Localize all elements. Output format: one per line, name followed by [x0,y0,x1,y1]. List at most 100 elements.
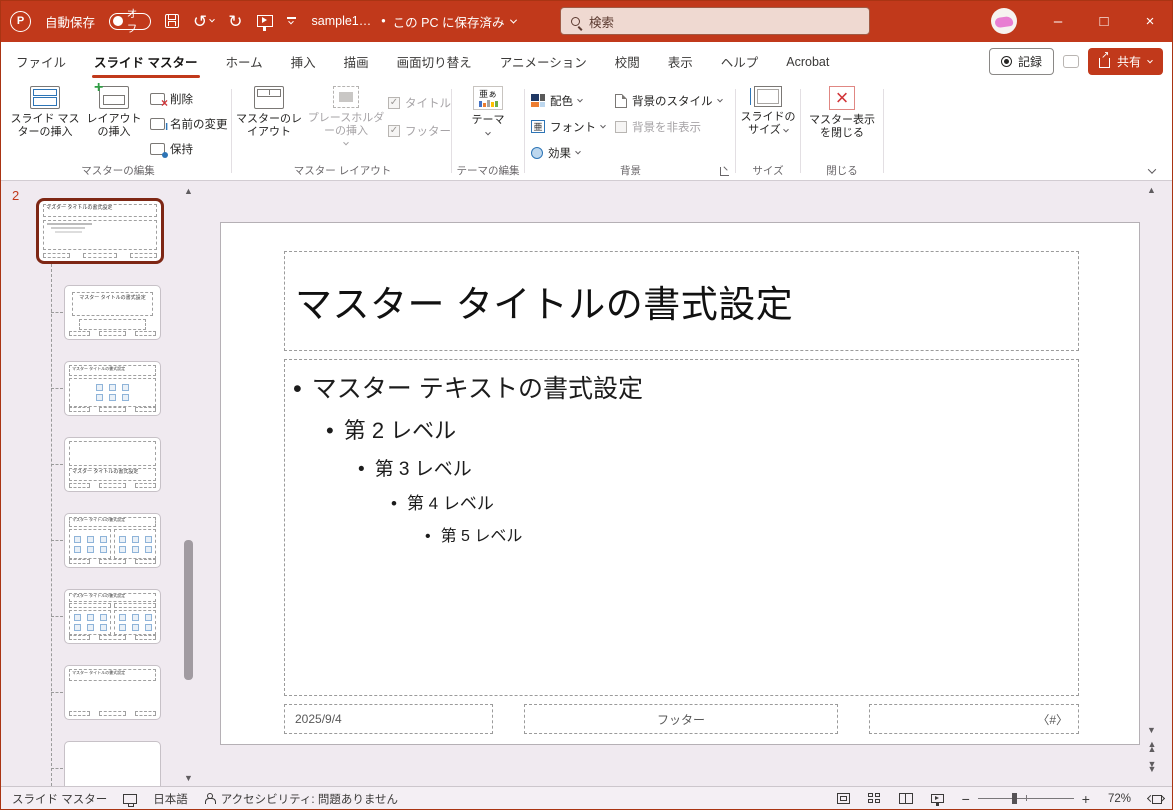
slideshow-view-icon[interactable] [930,794,944,806]
fonts-button[interactable]: 亜 フォント [531,116,606,137]
autosave-label: 自動保存 [45,15,96,30]
next-slide-button[interactable]: ▼ ▼ [1146,760,1158,774]
zoom-slider-handle[interactable] [1012,792,1018,804]
background-styles-button[interactable]: 背景のスタイル [615,90,723,111]
master-layout-button[interactable]: マスターのレイアウト [236,86,302,139]
preserve-button[interactable]: 保持 [150,138,193,159]
save-status-label[interactable]: この PC に保存済み [393,12,505,31]
canvas-scroll-down-icon[interactable]: ▼ [1147,726,1156,735]
record-button[interactable]: 記録 [988,48,1054,75]
powerpoint-app-icon[interactable]: P [10,10,31,32]
layout-thumbnail-title-only[interactable]: マスター タイトルの書式設定 [64,665,161,720]
insert-slide-master-button[interactable]: スライド マスターの挿入 [10,86,80,139]
hide-background-checkbox[interactable]: 背景を非表示 [615,116,701,137]
redo-button[interactable]: ↻ [228,13,242,30]
slide-number-placeholder[interactable]: 〈#〉 [869,704,1079,734]
slide-number-token: 〈#〉 [1037,712,1068,727]
tab-insert[interactable]: 挿入 [277,41,330,83]
effects-label: 効果 [548,147,571,160]
layout-thumbnail-comparison[interactable]: マスター タイトルの書式設定 [64,589,161,644]
group-close: × マスター表示を閉じる 閉じる [804,82,880,180]
comments-icon[interactable] [1062,55,1079,68]
tab-draw[interactable]: 描画 [330,41,383,83]
master-layout-icon [254,86,284,109]
autosave-toggle[interactable]: オフ [109,8,152,35]
statusbar-view-name[interactable]: スライド マスター [12,791,107,807]
group-master-edit: スライド マスターの挿入 レイアウトの挿入 削除 名前の変更 保持 マスターの編… [8,78,228,180]
layout-thumbnail-section-header[interactable]: マスター タイトルの書式設定 [64,437,161,492]
statusbar-accessibility[interactable]: アクセシビリティ: 問題ありません [221,791,398,807]
delete-button[interactable]: 削除 [150,88,193,110]
insert-layout-button[interactable]: レイアウトの挿入 [84,78,144,139]
insert-placeholder-button[interactable]: プレースホルダーの挿入 [306,86,386,146]
chevron-down-icon [485,129,491,136]
tab-animations[interactable]: アニメーション [486,41,601,83]
title-checkbox[interactable]: ✓ タイトル [388,92,451,113]
customize-quick-access-toolbar-icon[interactable] [286,17,296,25]
footer-checkbox-label: フッター [405,125,451,138]
canvas-scroll-up-icon[interactable]: ▲ [1147,186,1156,195]
rename-button[interactable]: 名前の変更 [150,113,228,134]
fit-to-window-icon[interactable] [1146,793,1166,804]
title-placeholder[interactable]: マスター タイトルの書式設定 [284,251,1079,351]
panel-scroll-down-icon[interactable]: ▼ [184,774,193,783]
account-avatar[interactable] [991,8,1017,34]
tab-help[interactable]: ヘルプ [707,41,773,83]
maximize-button[interactable]: □ [1081,0,1127,42]
undo-button[interactable]: ↺ [193,13,216,30]
group-label-edit-theme: テーマの編集 [456,165,520,177]
footer-checkbox[interactable]: ✓ フッター [388,120,451,141]
body-placeholder[interactable]: マスター テキストの書式設定 第 2 レベル 第 3 レベル 第 4 レベル 第… [284,359,1079,696]
date-text: 2025/9/4 [295,712,342,726]
colors-label: 配色 [550,95,573,108]
close-master-view-label: マスター表示を閉じる [809,114,875,140]
layout-thumbnail-two-content[interactable]: マスター タイトルの書式設定 [64,513,161,568]
normal-view-icon[interactable] [836,793,850,804]
collapse-ribbon-icon[interactable] [1147,165,1157,174]
previous-slide-button[interactable]: ▲ ▲ [1146,740,1158,754]
chevron-down-icon [1147,57,1153,63]
colors-button[interactable]: 配色 [531,90,583,111]
close-master-view-button[interactable]: × マスター表示を閉じる [804,86,880,140]
layout-thumbnail-title-content[interactable]: マスター タイトルの書式設定 [64,361,161,416]
tab-view[interactable]: 表示 [654,41,707,83]
themes-button[interactable]: 亜ぁ テーマ [463,86,513,136]
statusbar-language[interactable]: 日本語 [153,791,188,807]
tab-acrobat[interactable]: Acrobat [772,44,843,81]
hide-background-label: 背景を非表示 [632,121,701,134]
share-icon [1098,50,1110,68]
tab-review[interactable]: 校閲 [601,41,654,83]
zoom-in-icon[interactable]: + [1082,791,1090,807]
share-button[interactable]: 共有 [1087,48,1163,75]
panel-scroll-up-icon[interactable]: ▲ [184,187,193,196]
document-title[interactable]: sample1… [312,14,372,28]
tab-file[interactable]: ファイル [14,41,80,83]
master-slide-thumbnail[interactable]: マスター タイトルの書式設定 [36,198,164,264]
date-placeholder[interactable]: 2025/9/4 [284,704,493,734]
zoom-level[interactable]: 72% [1108,793,1131,805]
panel-scrollbar[interactable] [184,540,193,680]
tab-slide-master[interactable]: スライド マスター [80,41,211,83]
insert-placeholder-icon [333,86,359,108]
chevron-down-icon [716,96,723,102]
slide-sorter-view-icon[interactable] [867,793,881,804]
zoom-out-icon[interactable]: − [962,791,970,807]
display-settings-icon[interactable] [123,793,138,807]
reading-view-icon[interactable] [898,793,913,804]
start-slideshow-icon[interactable] [256,15,273,31]
group-label-background: 背景 [620,165,641,177]
search-input[interactable]: 検索 [560,7,870,35]
effects-button[interactable]: 効果 [531,142,581,163]
main-area: 2 ▲ ▼ マスター タイトルの書式設定 マスター タイトルの書式設定 マスター タ… [0,181,1173,796]
tab-home[interactable]: ホーム [212,41,277,83]
minimize-button[interactable]: – [1035,0,1081,42]
group-size: スライドのサイズ サイズ [739,82,797,180]
slide-size-button[interactable]: スライドのサイズ [739,86,797,137]
close-button[interactable]: × [1127,0,1173,42]
zoom-slider[interactable] [977,792,1074,804]
layout-thumbnail-title-slide[interactable]: マスター タイトルの書式設定 [64,285,161,340]
tab-transitions[interactable]: 画面切り替え [383,41,486,83]
autosave-state: オフ [126,8,138,35]
save-icon[interactable] [165,14,180,28]
footer-placeholder[interactable]: フッター [524,704,838,734]
